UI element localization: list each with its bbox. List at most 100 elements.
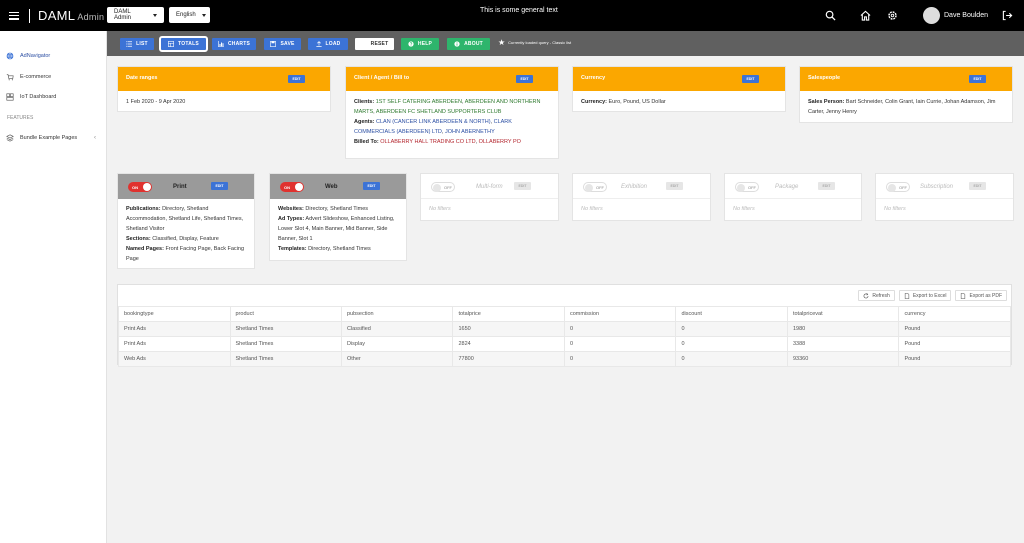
website-value: Shetland Times [330, 206, 369, 212]
card-body: No filters [876, 199, 1013, 219]
info-icon [454, 41, 460, 47]
search-icon[interactable] [825, 10, 836, 21]
column-header[interactable]: discount [675, 306, 788, 322]
web-toggle[interactable]: ON [280, 182, 304, 192]
hamburger-menu-icon[interactable] [9, 11, 19, 20]
logout-icon[interactable] [1002, 10, 1013, 21]
sales-person-value: Colin Grant [885, 99, 913, 105]
chevron-down-icon [201, 13, 206, 17]
table-cell: 1980 [786, 321, 900, 337]
column-header[interactable]: currency [898, 306, 1011, 322]
ad-type-value: Lower Slot 4 [278, 226, 309, 232]
list-button[interactable]: LIST [120, 38, 154, 50]
save-button[interactable]: SAVE [264, 38, 301, 50]
exhibition-toggle[interactable]: OFF [583, 182, 607, 192]
table-cell: 1650 [452, 321, 565, 337]
edit-print-button[interactable]: EDIT [211, 182, 228, 190]
totals-button-label: TOTALS [178, 41, 199, 47]
column-header[interactable]: commission [563, 306, 677, 322]
package-toggle[interactable]: OFF [735, 182, 759, 192]
file-icon [904, 292, 909, 299]
organisation-select-value: DAML Admin [114, 9, 132, 21]
multiform-toggle[interactable]: OFF [431, 182, 455, 192]
card-title: Salespeople [808, 75, 841, 81]
currency-value: Pound [623, 99, 640, 105]
edit-salespeople-button[interactable]: EDIT [969, 75, 986, 83]
organisation-select[interactable]: DAML Admin [107, 7, 164, 23]
sidebar-item-bundle-example-pages[interactable]: Bundle Example Pages ‹ [6, 132, 102, 144]
refresh-button[interactable]: Refresh [858, 290, 895, 301]
sidebar-item-adnavigator[interactable]: AdNavigator [6, 50, 102, 62]
card-title: Package [775, 184, 799, 190]
clients-label: Clients: [354, 99, 375, 105]
avatar[interactable] [923, 7, 940, 24]
column-header[interactable]: pubsection [340, 306, 454, 322]
print-toggle[interactable]: ON [128, 182, 152, 192]
upload-icon [315, 41, 322, 47]
user-name[interactable]: Dave Boulden [944, 12, 988, 19]
currency-card: Currency EDIT Currency: Euro, Pound, US … [572, 66, 786, 112]
edit-web-button[interactable]: EDIT [363, 182, 380, 190]
edit-subscription-button[interactable]: EDIT [969, 182, 986, 190]
language-select[interactable]: English [169, 7, 210, 23]
edit-package-button[interactable]: EDIT [818, 182, 835, 190]
table-cell: 0 [563, 351, 677, 367]
column-header[interactable]: totalpricevat [786, 306, 900, 322]
currency-value: Euro [608, 99, 621, 105]
column-header[interactable]: bookingtype [118, 306, 231, 322]
help-button[interactable]: HELP [401, 38, 439, 50]
card-title: Date ranges [126, 75, 158, 81]
date-range-value: 1 Feb 2020 - 9 Apr 2020 [126, 99, 186, 105]
no-filters-text: No filters [429, 206, 451, 212]
edit-currency-button[interactable]: EDIT [742, 75, 759, 83]
load-button[interactable]: LOAD [308, 38, 348, 50]
export-excel-button[interactable]: Export to Excel [898, 290, 952, 301]
brand-name: DAML [38, 8, 76, 23]
ad-type-value: Main Banner [311, 226, 343, 232]
sidebar-item-ecommerce[interactable]: E-commerce [6, 71, 102, 83]
table-cell: 3388 [786, 336, 900, 352]
table-cell: Other [340, 351, 454, 367]
card-header: Date ranges EDIT [118, 67, 330, 91]
edit-multiform-button[interactable]: EDIT [514, 182, 531, 190]
toggle-knob [737, 183, 745, 192]
edit-client-button[interactable]: EDIT [516, 75, 533, 83]
about-button[interactable]: ABOUT [447, 38, 490, 50]
table-row[interactable]: Print Ads Shetland Times Classified 1650… [118, 321, 1011, 337]
package-product-card: OFF Package EDIT No filters [724, 173, 862, 221]
table-header-row: bookingtype product pubsection totalpric… [118, 306, 1011, 322]
toggle-knob [585, 183, 593, 192]
results-table: bookingtype product pubsection totalpric… [118, 306, 1011, 367]
client-value: 1ST SELF CATERING ABERDEEN [375, 99, 462, 105]
column-header[interactable]: product [229, 306, 342, 322]
publication-value: Shetland Times [203, 216, 242, 222]
card-header: Client / Agent / Bill to EDIT [346, 67, 558, 91]
ad-types-label: Ad Types: [278, 216, 305, 222]
card-header: OFF Exhibition EDIT [573, 174, 710, 199]
edit-date-ranges-button[interactable]: EDIT [288, 75, 305, 83]
subscription-toggle[interactable]: OFF [886, 182, 910, 192]
reset-button[interactable]: RESET [355, 38, 394, 50]
table-cell: Shetland Times [229, 351, 342, 367]
template-value: Shetland Times [332, 246, 371, 252]
toggle-knob [433, 183, 441, 192]
loaded-query-note: ★ Currently loaded query - Classic list [498, 38, 571, 47]
totals-button[interactable]: TOTALS [159, 36, 208, 52]
table-cell: Classified [340, 321, 454, 337]
section-value: Display [179, 236, 197, 242]
table-cell: Pound [898, 336, 1011, 352]
home-icon[interactable] [860, 10, 871, 21]
export-pdf-button[interactable]: Export as PDF [955, 290, 1007, 301]
reset-button-label: RESET [370, 41, 389, 47]
gear-icon[interactable] [887, 10, 898, 21]
sidebar-item-iot-dashboard[interactable]: IoT Dashboard [6, 91, 102, 103]
list-button-label: LIST [136, 41, 148, 47]
edit-exhibition-button[interactable]: EDIT [666, 182, 683, 190]
charts-button[interactable]: CHARTS [212, 38, 256, 50]
table-row[interactable]: Web Ads Shetland Times Other 77800 0 0 9… [118, 351, 1011, 367]
table-row[interactable]: Print Ads Shetland Times Display 2824 0 … [118, 336, 1011, 352]
salespeople-card: Salespeople EDIT Sales Person: Bart Schn… [799, 66, 1013, 123]
card-body: Publications: Directory, Shetland Accomm… [126, 206, 245, 262]
column-header[interactable]: totalprice [452, 306, 565, 322]
sales-person-label: Sales Person: [808, 99, 845, 105]
